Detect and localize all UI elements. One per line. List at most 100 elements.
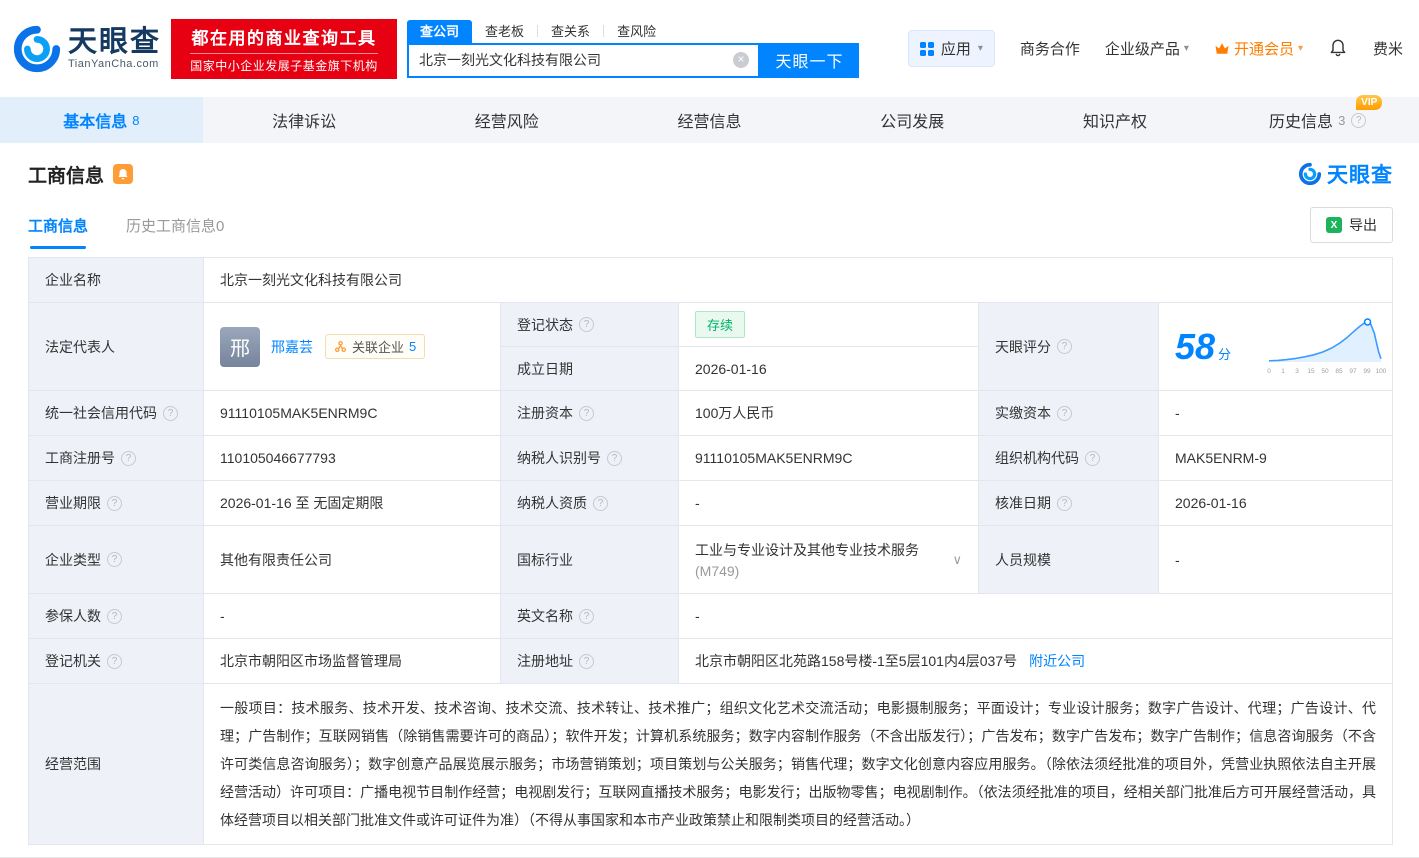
tab-basic-info[interactable]: 基本信息 8: [0, 97, 203, 143]
help-icon[interactable]: ?: [1057, 339, 1072, 354]
vip-membership-menu[interactable]: 开通会员 ▾: [1214, 38, 1303, 59]
clear-icon[interactable]: ×: [733, 52, 749, 68]
company-type-value: 其他有限责任公司: [204, 526, 501, 594]
business-scope-value: 一般项目：技术服务、技术开发、技术咨询、技术交流、技术转让、技术推广；组织文化艺…: [204, 684, 1393, 845]
staff-size-value: -: [1159, 526, 1393, 594]
business-cooperation-link[interactable]: 商务合作: [1020, 38, 1080, 59]
tax-id-value: 91110105MAK5ENRM9C: [679, 436, 979, 481]
notification-bell-icon[interactable]: [1328, 37, 1348, 60]
svg-text:100: 100: [1376, 368, 1386, 375]
svg-text:3: 3: [1295, 368, 1299, 375]
est-date-value: 2026-01-16: [679, 347, 979, 391]
tab-intellectual-property[interactable]: 知识产权: [1014, 97, 1217, 143]
company-type-label: 企业类型?: [29, 526, 204, 594]
industry-code: (M749): [695, 563, 919, 579]
tab-intellectual-property-label: 知识产权: [1083, 108, 1147, 132]
tianyancha-logo[interactable]: 天眼查 TianYanCha.com: [12, 24, 161, 74]
industry-value[interactable]: 工业与专业设计及其他专业技术服务 (M749) ∨: [679, 526, 979, 594]
tab-operational-risk[interactable]: 经营风险: [405, 97, 608, 143]
org-code-label: 组织机构代码?: [979, 436, 1159, 481]
help-icon[interactable]: ?: [607, 451, 622, 466]
help-icon[interactable]: ?: [593, 496, 608, 511]
score-label: 天眼评分?: [979, 303, 1159, 391]
logo-text: 天眼查 TianYanCha.com: [68, 27, 161, 69]
tianyancha-watermark-icon: [1298, 162, 1322, 186]
reg-capital-label: 注册资本?: [501, 391, 679, 436]
score-chart[interactable]: 0131550859799100: [1264, 317, 1386, 377]
help-icon[interactable]: ?: [579, 609, 594, 624]
help-icon[interactable]: ?: [1085, 451, 1100, 466]
help-icon[interactable]: ?: [107, 552, 122, 567]
tab-company-development[interactable]: 公司发展: [811, 97, 1014, 143]
paid-capital-value: -: [1159, 391, 1393, 436]
help-icon[interactable]: ?: [163, 406, 178, 421]
promo-banner-line2: 国家中小企业发展子基金旗下机构: [190, 53, 378, 74]
search-button[interactable]: 天眼一下: [760, 43, 859, 78]
search-area: 查公司 查老板 查关系 查风险 × 天眼一下: [407, 20, 859, 78]
tab-company-development-label: 公司发展: [880, 108, 944, 132]
tax-qualification-value: -: [679, 481, 979, 526]
subtab-history-business-info[interactable]: 历史工商信息0: [126, 215, 224, 249]
help-icon[interactable]: ?: [121, 451, 136, 466]
export-button-label: 导出: [1349, 215, 1377, 235]
paid-capital-label: 实缴资本?: [979, 391, 1159, 436]
search-tab-boss[interactable]: 查老板: [472, 20, 537, 43]
help-icon[interactable]: ?: [107, 609, 122, 624]
tax-qualification-label: 纳税人资质?: [501, 481, 679, 526]
export-button[interactable]: X 导出: [1310, 207, 1393, 243]
insured-count-label: 参保人数?: [29, 594, 204, 639]
help-icon[interactable]: ?: [1057, 496, 1072, 511]
tab-history-info[interactable]: 历史信息 3 ? VIP: [1216, 97, 1419, 143]
help-icon[interactable]: ?: [579, 654, 594, 669]
enterprise-products-menu[interactable]: 企业级产品 ▾: [1105, 38, 1189, 59]
credit-code-label: 统一社会信用代码?: [29, 391, 204, 436]
search-tab-company[interactable]: 查公司: [407, 20, 472, 43]
business-term-value: 2026-01-16 至 无固定期限: [204, 481, 501, 526]
business-term-label: 营业期限?: [29, 481, 204, 526]
apps-menu[interactable]: 应用 ▾: [908, 30, 995, 67]
english-name-label: 英文名称?: [501, 594, 679, 639]
vip-badge: VIP: [1356, 95, 1382, 110]
reg-status-label: 登记状态?: [501, 303, 679, 347]
related-companies-label: 关联企业: [352, 337, 404, 356]
reg-capital-value: 100万人民币: [679, 391, 979, 436]
reg-address-label: 注册地址?: [501, 639, 679, 684]
reg-address-value: 北京市朝阳区北苑路158号楼-1至5层101内4层037号 附近公司: [679, 639, 1393, 684]
tab-business-info-label: 经营信息: [678, 108, 742, 132]
help-icon[interactable]: ?: [579, 317, 594, 332]
subtab-business-info[interactable]: 工商信息: [28, 215, 88, 249]
caret-down-icon: ▾: [1184, 43, 1189, 54]
help-icon[interactable]: ?: [579, 406, 594, 421]
help-icon[interactable]: ?: [107, 654, 122, 669]
tab-business-info[interactable]: 经营信息: [608, 97, 811, 143]
legal-rep-avatar[interactable]: 邢: [220, 327, 260, 367]
legal-rep-name-link[interactable]: 邢嘉芸: [271, 337, 313, 357]
tab-legal-proceedings[interactable]: 法律诉讼: [203, 97, 406, 143]
chevron-down-icon[interactable]: ∨: [952, 552, 962, 568]
search-tab-risk[interactable]: 查风险: [604, 20, 669, 43]
help-icon[interactable]: ?: [1057, 406, 1072, 421]
company-name-label: 企业名称: [29, 258, 204, 303]
search-row: × 天眼一下: [407, 43, 859, 78]
related-companies-count: 5: [409, 339, 416, 354]
svg-text:1: 1: [1281, 368, 1285, 375]
main-nav: 基本信息 8 法律诉讼 经营风险 经营信息 公司发展 知识产权 历史信息 3 ?…: [0, 97, 1419, 143]
nearby-companies-link[interactable]: 附近公司: [1029, 651, 1085, 671]
excel-icon: X: [1326, 217, 1342, 233]
help-icon[interactable]: ?: [107, 496, 122, 511]
svg-text:85: 85: [1335, 368, 1343, 375]
enterprise-products-label: 企业级产品: [1105, 38, 1180, 59]
reg-authority-value: 北京市朝阳区市场监督管理局: [204, 639, 501, 684]
english-name-value: -: [679, 594, 1393, 639]
apps-menu-label: 应用: [941, 38, 971, 59]
search-input[interactable]: [409, 52, 733, 68]
credit-code-value: 91110105MAK5ENRM9C: [204, 391, 501, 436]
search-tab-relation[interactable]: 查关系: [538, 20, 603, 43]
business-info-table: 企业名称 北京一刻光文化科技有限公司 法定代表人 邢 邢嘉芸 关联企业 5 登记…: [28, 257, 1393, 845]
username-menu[interactable]: 费米: [1373, 38, 1403, 59]
related-companies-badge[interactable]: 关联企业 5: [325, 334, 425, 359]
reg-status-value: 存续: [679, 303, 979, 347]
help-icon[interactable]: ?: [1351, 113, 1366, 128]
subscribe-bell-icon[interactable]: [113, 164, 133, 184]
related-companies-icon: [334, 340, 347, 353]
